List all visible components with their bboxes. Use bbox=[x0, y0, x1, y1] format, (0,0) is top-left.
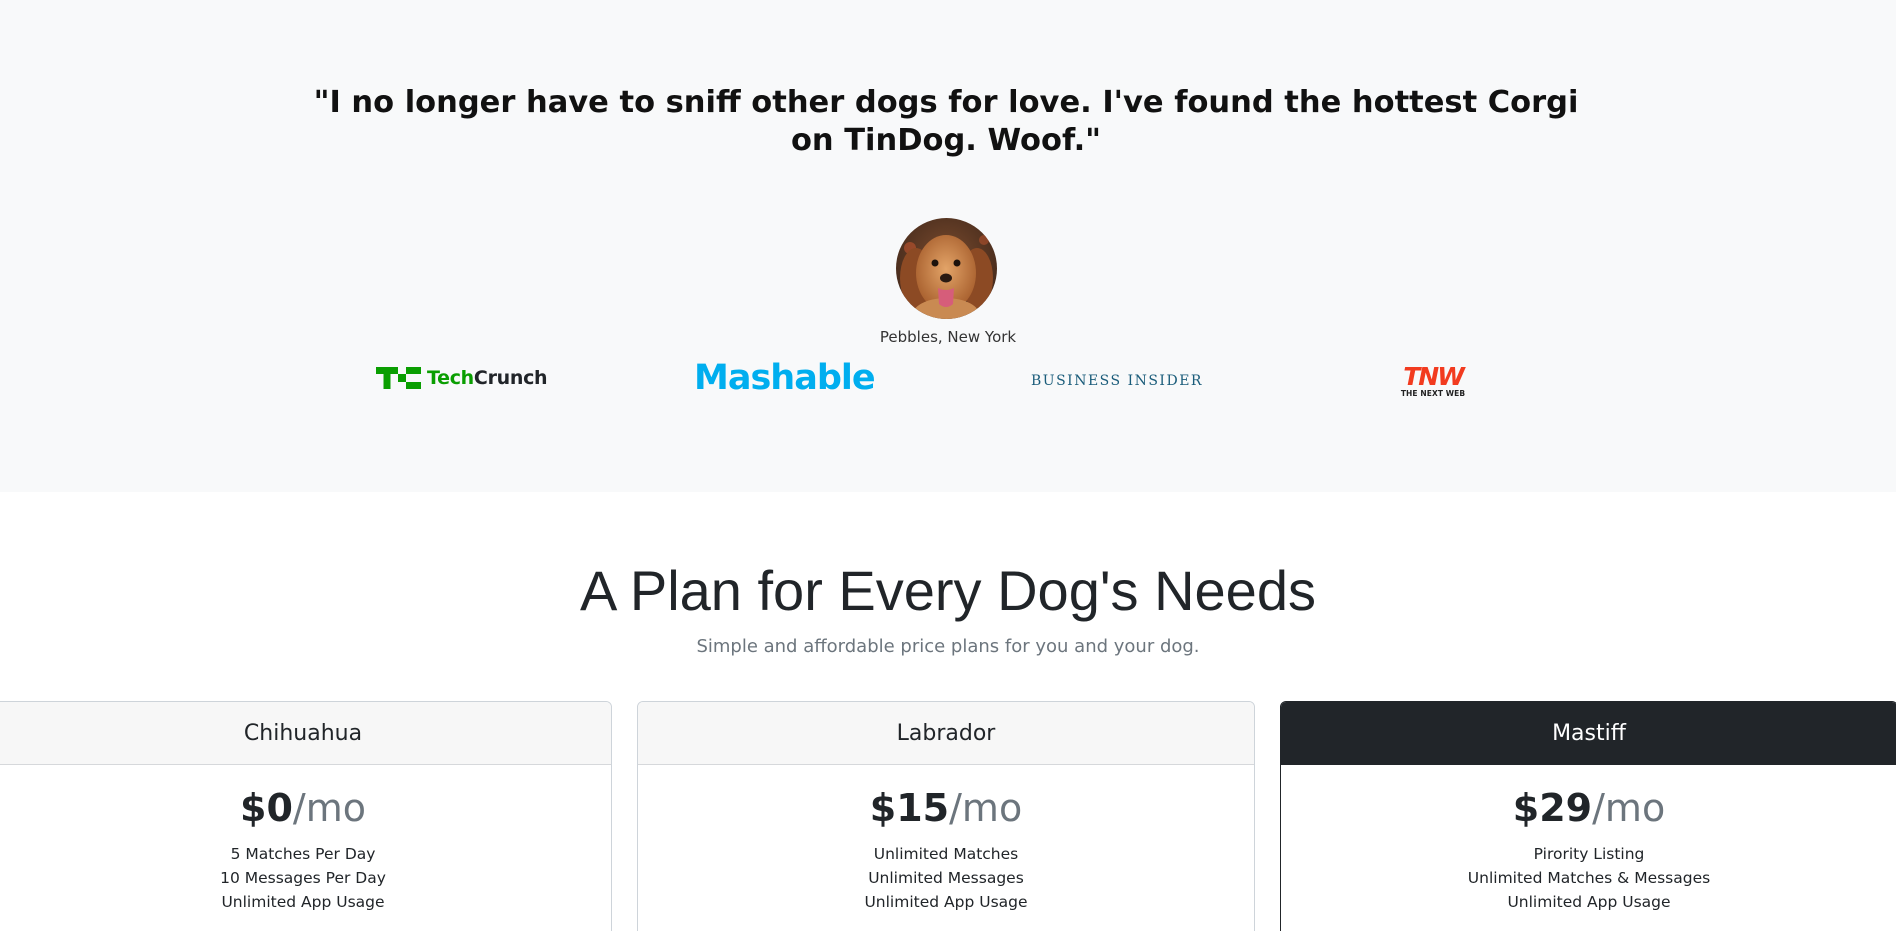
business-insider-logo: BUSINESS INSIDER bbox=[1031, 373, 1203, 389]
plan-feature: Unlimited Matches & Messages bbox=[1467, 869, 1711, 887]
price-period: /mo bbox=[292, 786, 366, 830]
plan-name: Chihuahua bbox=[0, 702, 611, 765]
plan-feature: Unlimited Messages bbox=[868, 869, 1024, 887]
testimonial-author: Pebbles, New York bbox=[879, 328, 1017, 346]
dog-avatar-image bbox=[896, 218, 997, 319]
tnw-logo-caption: THE NEXT WEB bbox=[1400, 389, 1466, 398]
plan-feature: Unlimited App Usage bbox=[221, 893, 385, 911]
plan-features-list: 5 Matches Per Day 10 Messages Per Day Un… bbox=[0, 842, 611, 914]
pricing-subtitle: Simple and affordable price plans for yo… bbox=[696, 636, 1200, 657]
price-amount: $0 bbox=[240, 786, 293, 830]
mashable-logo: Mashable bbox=[694, 358, 876, 398]
plan-feature: 10 Messages Per Day bbox=[220, 869, 386, 887]
testimonial-quote: "I no longer have to sniff other dogs fo… bbox=[313, 85, 1579, 158]
plan-name: Mastiff bbox=[1281, 702, 1896, 765]
plan-features-list: Pirority Listing Unlimited Matches & Mes… bbox=[1281, 842, 1896, 914]
plan-feature: Unlimited App Usage bbox=[864, 893, 1028, 911]
plan-feature: Unlimited App Usage bbox=[1507, 893, 1671, 911]
techcrunch-text-tech: Tech bbox=[427, 367, 474, 389]
price-period: /mo bbox=[1592, 786, 1666, 830]
pricing-card-mastiff: Mastiff $29/mo Pirority Listing Unlimite… bbox=[1280, 701, 1896, 931]
techcrunch-logo: TechCrunch bbox=[376, 367, 548, 389]
price-amount: $29 bbox=[1512, 786, 1593, 830]
price-period: /mo bbox=[949, 786, 1023, 830]
plan-features-list: Unlimited Matches Unlimited Messages Unl… bbox=[638, 842, 1254, 914]
plan-price: $29/mo bbox=[1281, 785, 1896, 831]
plan-name: Labrador bbox=[638, 702, 1254, 765]
plan-feature: Unlimited Matches bbox=[873, 845, 1019, 863]
pricing-card-chihuahua: Chihuahua $0/mo 5 Matches Per Day 10 Mes… bbox=[0, 701, 612, 931]
plan-price: $0/mo bbox=[0, 785, 611, 831]
techcrunch-text-crunch: Crunch bbox=[473, 367, 548, 389]
plan-feature: 5 Matches Per Day bbox=[230, 845, 376, 863]
plan-price: $15/mo bbox=[638, 785, 1254, 831]
techcrunch-mark-icon bbox=[376, 367, 421, 389]
pricing-section: A Plan for Every Dog's Needs Simple and … bbox=[0, 492, 1896, 931]
testimonials-section: "I no longer have to sniff other dogs fo… bbox=[0, 0, 1896, 492]
tnw-logo: TNW THE NEXT WEB bbox=[1397, 364, 1469, 398]
price-amount: $15 bbox=[869, 786, 950, 830]
plan-feature: Pirority Listing bbox=[1533, 845, 1645, 863]
pricing-card-labrador: Labrador $15/mo Unlimited Matches Unlimi… bbox=[637, 701, 1255, 931]
tnw-logo-letters: TNW bbox=[1403, 362, 1465, 391]
pricing-title: A Plan for Every Dog's Needs bbox=[580, 559, 1316, 622]
